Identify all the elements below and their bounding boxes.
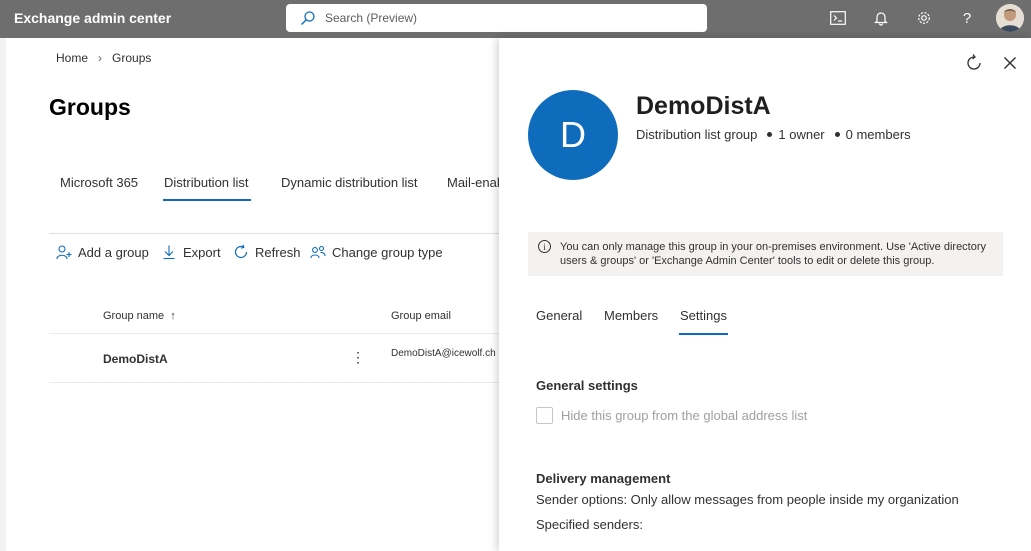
info-icon: i [538, 240, 551, 253]
app-title[interactable]: Exchange admin center [14, 10, 171, 26]
help-icon[interactable]: ? [958, 9, 976, 27]
tab-members[interactable]: Members [604, 308, 658, 323]
search-input[interactable]: Search (Preview) [325, 11, 417, 25]
people-swap-icon [310, 245, 326, 259]
change-group-type-button[interactable]: Change group type [310, 244, 443, 260]
refresh-button[interactable]: Refresh [233, 244, 301, 260]
chevron-right-icon: › [98, 51, 103, 65]
tab-microsoft-365[interactable]: Microsoft 365 [60, 175, 138, 190]
refresh-icon [234, 244, 248, 259]
cloud-shell-icon[interactable] [829, 9, 847, 27]
add-person-icon [56, 245, 72, 260]
sort-ascending-icon: ↑ [170, 310, 176, 322]
breadcrumb: Home › Groups [56, 51, 151, 65]
specified-senders-text: Specified senders: [536, 517, 643, 532]
owner-count: 1 owner [778, 127, 825, 142]
group-details-panel: D DemoDistA Distribution list group 1 ow… [499, 38, 1031, 551]
table-row[interactable]: DemoDistA ⋮ DemoDistA@icewolf.ch [49, 335, 499, 383]
delivery-management-heading: Delivery management [536, 471, 671, 486]
group-email-cell: DemoDistA@icewolf.ch [391, 348, 496, 359]
hide-from-gal-checkbox[interactable] [536, 407, 553, 424]
add-group-button[interactable]: Add a group [56, 244, 149, 260]
close-icon[interactable] [1002, 55, 1018, 71]
grid-header: Group name ↑ Group email [49, 300, 499, 334]
breadcrumb-home[interactable]: Home [56, 51, 88, 65]
column-group-name[interactable]: Group name ↑ [103, 310, 176, 322]
refresh-icon[interactable] [965, 54, 983, 72]
tab-settings[interactable]: Settings [679, 308, 728, 335]
page-title: Groups [49, 94, 131, 120]
add-group-label: Add a group [78, 244, 149, 260]
download-icon [163, 245, 175, 260]
group-name-heading: DemoDistA [636, 92, 771, 120]
member-count: 0 members [845, 127, 911, 142]
tab-distribution-list[interactable]: Distribution list [163, 175, 251, 201]
gear-icon[interactable] [915, 9, 933, 27]
top-bar: Exchange admin center Search (Preview) ? [0, 0, 1031, 38]
info-message-bar: i You can only manage this group in your… [528, 232, 1003, 276]
tab-general[interactable]: General [536, 308, 582, 323]
export-label: Export [183, 244, 221, 260]
group-avatar: D [528, 90, 618, 180]
more-options-icon[interactable]: ⋮ [351, 349, 365, 366]
export-button[interactable]: Export [161, 244, 221, 260]
column-group-email[interactable]: Group email [391, 310, 451, 322]
separator-dot [767, 132, 773, 137]
tab-mail-enabled-security[interactable]: Mail-enab [447, 175, 504, 190]
tab-dynamic-distribution-list[interactable]: Dynamic distribution list [281, 175, 418, 190]
group-type: Distribution list group [636, 127, 758, 142]
change-group-type-label: Change group type [332, 244, 443, 260]
search-icon [301, 11, 315, 25]
help-glyph: ? [962, 9, 972, 27]
group-name-cell[interactable]: DemoDistA [103, 352, 168, 366]
general-settings-heading: General settings [536, 378, 638, 393]
left-rail [0, 38, 6, 551]
refresh-label: Refresh [255, 244, 301, 260]
group-meta: Distribution list group 1 owner 0 member… [636, 127, 911, 142]
hide-from-gal-label: Hide this group from the global address … [561, 408, 808, 423]
breadcrumb-current: Groups [112, 51, 152, 65]
info-message: You can only manage this group in your o… [560, 241, 987, 267]
search-box[interactable]: Search (Preview) [286, 4, 707, 32]
divider [49, 233, 499, 234]
sender-options-text: Sender options: Only allow messages from… [536, 492, 959, 507]
bell-icon[interactable] [872, 9, 890, 27]
separator-dot [834, 132, 840, 137]
user-avatar[interactable] [996, 4, 1024, 32]
column-group-name-label: Group name [103, 310, 165, 322]
